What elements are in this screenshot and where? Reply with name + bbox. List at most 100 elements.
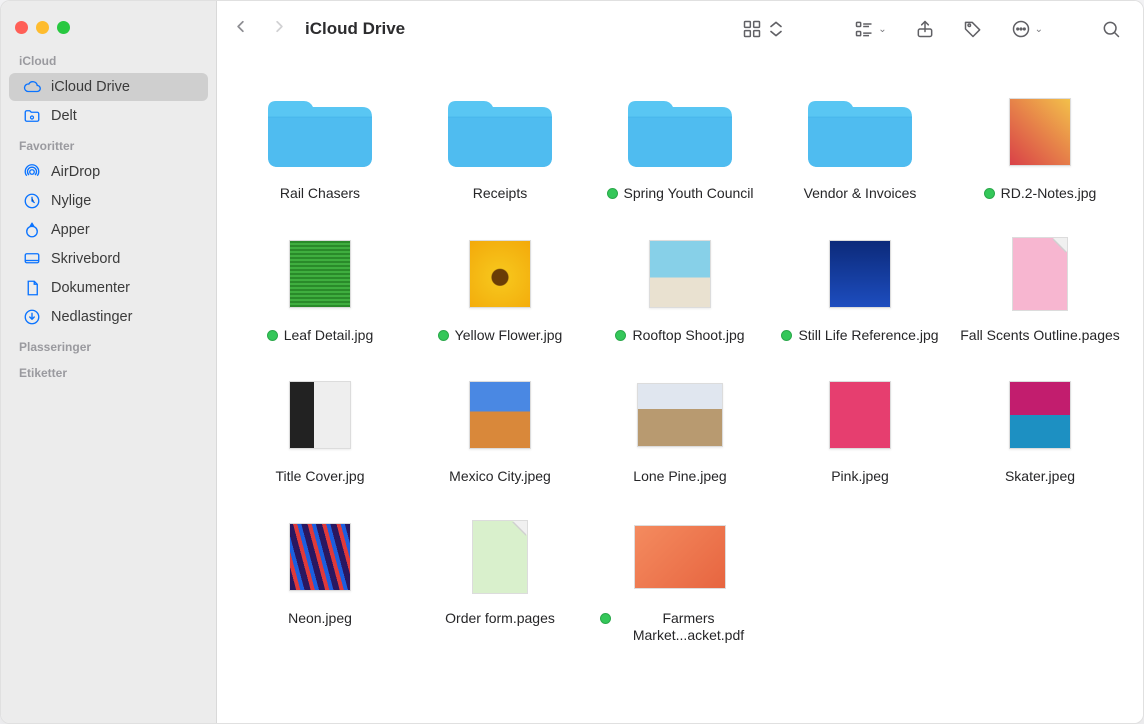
tags-button[interactable]	[955, 19, 991, 39]
file-item[interactable]: Neon.jpeg	[235, 512, 405, 645]
file-item[interactable]: Receipts	[415, 87, 585, 203]
tag-dot-icon	[438, 330, 449, 341]
file-item[interactable]: Farmers Market...acket.pdf	[595, 512, 765, 645]
item-label: Lone Pine.jpeg	[633, 468, 726, 486]
folder-icon	[246, 87, 394, 177]
sidebar-item[interactable]: Nedlastinger	[9, 303, 208, 331]
sidebar-item-label: iCloud Drive	[51, 79, 130, 95]
file-item[interactable]: Pink.jpeg	[775, 370, 945, 486]
download-icon	[23, 308, 41, 326]
location-title: iCloud Drive	[305, 19, 405, 39]
image-thumbnail	[606, 370, 754, 460]
item-name: Pink.jpeg	[831, 468, 889, 486]
item-label: Rooftop Shoot.jpg	[615, 327, 744, 345]
item-label: Yellow Flower.jpg	[438, 327, 563, 345]
item-label: Fall Scents Outline.pages	[960, 327, 1120, 345]
file-item[interactable]: Yellow Flower.jpg	[415, 229, 585, 345]
file-item[interactable]: Lone Pine.jpeg	[595, 370, 765, 486]
image-thumbnail	[246, 370, 394, 460]
sidebar-item[interactable]: AirDrop	[9, 158, 208, 186]
tag-dot-icon	[267, 330, 278, 341]
tag-dot-icon	[607, 188, 618, 199]
item-label: Order form.pages	[445, 610, 555, 628]
image-thumbnail	[426, 229, 574, 319]
sidebar-item[interactable]: Dokumenter	[9, 274, 208, 302]
item-label: Mexico City.jpeg	[449, 468, 551, 486]
minimize-window-button[interactable]	[36, 21, 49, 34]
file-item[interactable]: Rooftop Shoot.jpg	[595, 229, 765, 345]
window-controls	[1, 11, 216, 46]
item-name: Skater.jpeg	[1005, 468, 1075, 486]
item-name: Title Cover.jpg	[276, 468, 365, 486]
tag-dot-icon	[615, 330, 626, 341]
file-item[interactable]: Fall Scents Outline.pages	[955, 229, 1125, 345]
file-item[interactable]: Mexico City.jpeg	[415, 370, 585, 486]
file-item[interactable]: Rail Chasers	[235, 87, 405, 203]
tag-dot-icon	[781, 330, 792, 341]
item-name: Receipts	[473, 185, 527, 203]
file-item[interactable]: Vendor & Invoices	[775, 87, 945, 203]
file-item[interactable]: RD.2-Notes.jpg	[955, 87, 1125, 203]
share-button[interactable]	[907, 19, 943, 39]
item-name: Vendor & Invoices	[804, 185, 917, 203]
items-grid: Rail Chasers Receipts Spring Youth Council…	[235, 87, 1125, 645]
file-item[interactable]: Still Life Reference.jpg	[775, 229, 945, 345]
pdf-thumbnail	[606, 512, 754, 602]
item-label: Spring Youth Council	[607, 185, 754, 203]
sidebar-item[interactable]: Skrivebord	[9, 245, 208, 273]
image-thumbnail	[786, 370, 934, 460]
image-thumbnail	[246, 229, 394, 319]
item-name: Mexico City.jpeg	[449, 468, 551, 486]
image-thumbnail	[966, 87, 1114, 177]
sidebar-item-label: AirDrop	[51, 164, 100, 180]
action-menu-button[interactable]: ⌄	[1003, 19, 1051, 39]
file-item[interactable]: Order form.pages	[415, 512, 585, 645]
sidebar-item[interactable]: iCloud Drive	[9, 73, 208, 101]
item-name: RD.2-Notes.jpg	[1001, 185, 1097, 203]
item-name: Fall Scents Outline.pages	[960, 327, 1120, 345]
view-mode-button[interactable]	[734, 19, 794, 39]
sidebar-section-label: iCloud	[1, 46, 216, 72]
group-by-button[interactable]: ⌄	[846, 19, 894, 39]
forward-button[interactable]	[270, 17, 289, 41]
close-window-button[interactable]	[15, 21, 28, 34]
item-label: Receipts	[473, 185, 527, 203]
icon-view-area[interactable]: Rail Chasers Receipts Spring Youth Council…	[217, 57, 1143, 723]
back-button[interactable]	[231, 17, 250, 41]
item-name: Neon.jpeg	[288, 610, 352, 628]
folder-icon	[426, 87, 574, 177]
main-pane: iCloud Drive ⌄ ⌄	[217, 1, 1143, 723]
item-label: Still Life Reference.jpg	[781, 327, 938, 345]
image-thumbnail	[966, 370, 1114, 460]
folder-icon	[786, 87, 934, 177]
item-name: Yellow Flower.jpg	[455, 327, 563, 345]
sidebar-item-label: Apper	[51, 222, 90, 238]
airdrop-icon	[23, 163, 41, 181]
image-thumbnail	[786, 229, 934, 319]
item-name: Lone Pine.jpeg	[633, 468, 726, 486]
sidebar-item[interactable]: Delt	[9, 102, 208, 130]
folder-icon	[606, 87, 754, 177]
sidebar-item[interactable]: Nylige	[9, 187, 208, 215]
sidebar-item[interactable]: Apper	[9, 216, 208, 244]
item-label: Rail Chasers	[280, 185, 360, 203]
file-item[interactable]: Spring Youth Council	[595, 87, 765, 203]
item-name: Order form.pages	[445, 610, 555, 628]
image-thumbnail	[426, 370, 574, 460]
sidebar-section-label: Plasseringer	[1, 332, 216, 358]
item-label: RD.2-Notes.jpg	[984, 185, 1097, 203]
search-button[interactable]	[1093, 19, 1129, 39]
zoom-window-button[interactable]	[57, 21, 70, 34]
item-label: Pink.jpeg	[831, 468, 889, 486]
sidebar-item-label: Skrivebord	[51, 251, 120, 267]
file-item[interactable]: Skater.jpeg	[955, 370, 1125, 486]
shared-folder-icon	[23, 107, 41, 125]
item-name: Rail Chasers	[280, 185, 360, 203]
clock-icon	[23, 192, 41, 210]
file-item[interactable]: Title Cover.jpg	[235, 370, 405, 486]
tag-dot-icon	[600, 613, 611, 624]
sidebar-item-label: Nedlastinger	[51, 309, 132, 325]
sidebar-section-label: Favoritter	[1, 131, 216, 157]
file-item[interactable]: Leaf Detail.jpg	[235, 229, 405, 345]
toolbar: iCloud Drive ⌄ ⌄	[217, 1, 1143, 57]
